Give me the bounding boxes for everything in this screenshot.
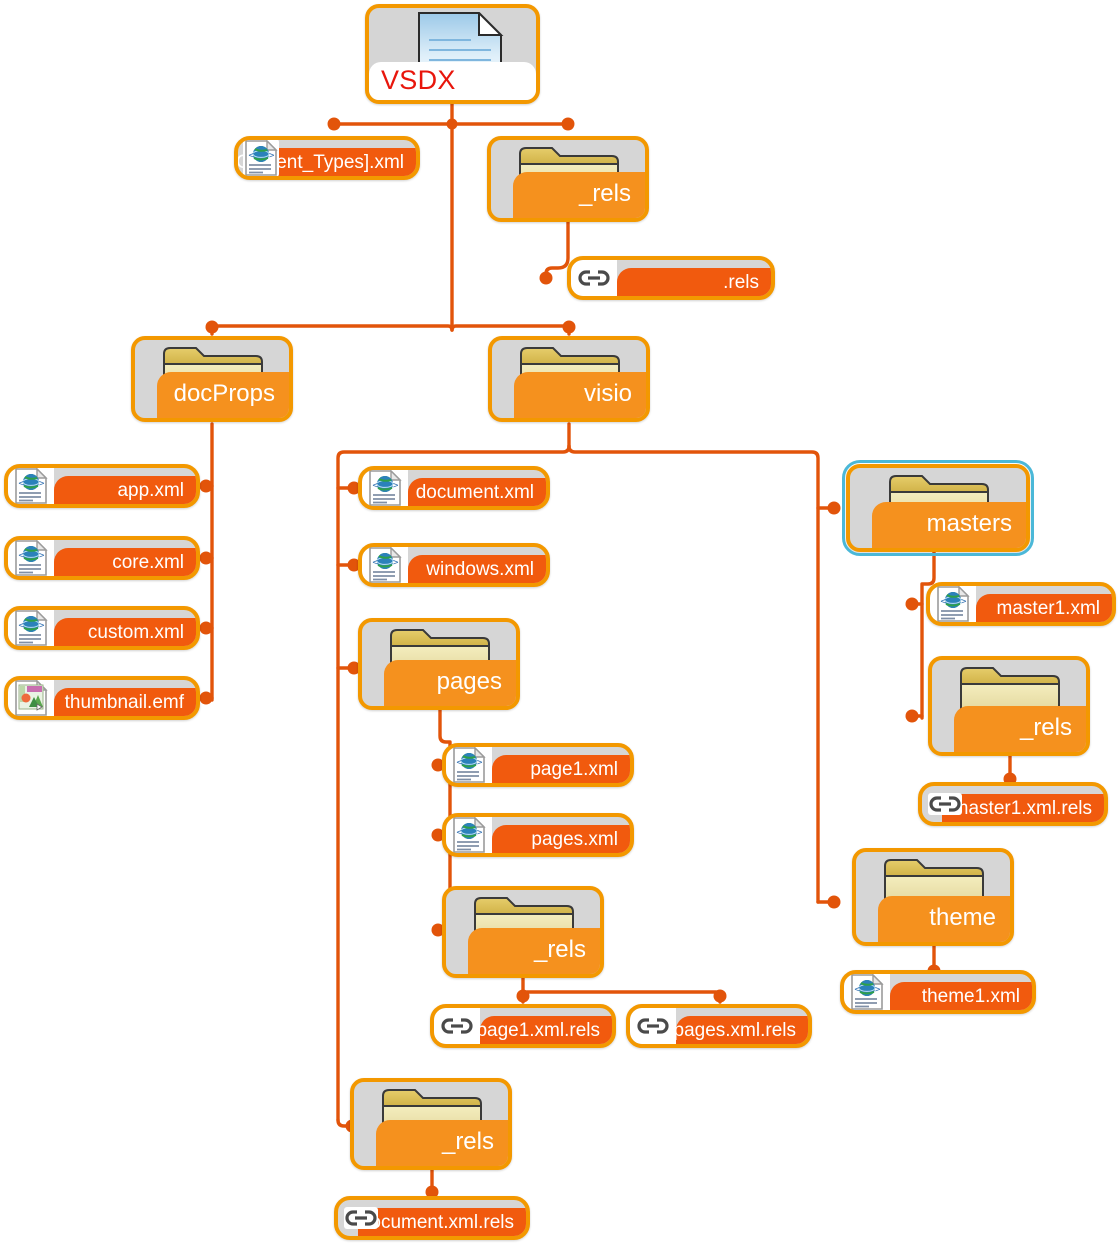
link-icon <box>630 1008 676 1044</box>
svg-text:<: < <box>855 985 861 995</box>
link-icon <box>338 1200 384 1236</box>
node-pages-xml-rels[interactable]: pages.xml.rels <box>626 1004 812 1048</box>
node-docprops-folder[interactable]: docProps <box>131 336 293 422</box>
node-label: _rels <box>513 172 645 218</box>
node-label: master1.xml <box>976 594 1112 622</box>
link-icon <box>922 786 968 822</box>
svg-text:>: > <box>477 828 483 838</box>
svg-text:>: > <box>39 621 45 631</box>
node-masters-folder[interactable]: masters <box>842 460 1034 556</box>
node-pages-xml[interactable]: < > pages.xml <box>442 813 634 857</box>
node-label: pages.xml.rels <box>674 1016 808 1044</box>
svg-text:<: < <box>457 758 463 768</box>
svg-text:<: < <box>19 621 25 631</box>
node-master1-xml-rels[interactable]: master1.xml.rels <box>918 782 1108 826</box>
svg-text:<: < <box>249 151 255 161</box>
xml-file-icon: < > <box>446 817 492 853</box>
svg-text:<: < <box>373 481 379 491</box>
node-custom-xml[interactable]: < > custom.xml <box>4 606 200 650</box>
node-label: masters <box>872 502 1026 548</box>
image-file-icon <box>8 680 54 716</box>
node-vsdx-root[interactable]: VSDX <box>365 4 540 104</box>
link-icon <box>434 1008 480 1044</box>
xml-file-icon: < > <box>8 468 54 504</box>
node-visio-rels-folder[interactable]: _rels <box>350 1078 512 1170</box>
node-label: page1.xml <box>492 755 630 783</box>
node-pages-rels-folder[interactable]: _rels <box>442 886 604 978</box>
xml-file-icon: < > <box>8 610 54 646</box>
node-label: _rels <box>376 1120 508 1166</box>
node-label: .rels <box>617 268 771 296</box>
node-label: custom.xml <box>54 618 196 646</box>
svg-text:<: < <box>373 558 379 568</box>
node-label: app.xml <box>54 476 196 504</box>
xml-file-icon: < > <box>844 974 890 1010</box>
node-masters-rels-folder[interactable]: _rels <box>928 656 1090 756</box>
node-label: pages.xml <box>492 825 630 853</box>
node-pages-folder[interactable]: pages <box>358 618 520 710</box>
node-theme1-xml[interactable]: < > theme1.xml <box>840 970 1036 1014</box>
xml-file-icon: < > <box>238 140 284 176</box>
node-label: theme <box>878 896 1010 942</box>
node-label: VSDX <box>369 62 536 100</box>
node-label: core.xml <box>54 548 196 576</box>
node-label: document.xml <box>408 478 546 506</box>
node-page1-xml-rels[interactable]: page1.xml.rels <box>430 1004 616 1048</box>
node-visio-folder[interactable]: visio <box>488 336 650 422</box>
svg-text:>: > <box>39 479 45 489</box>
svg-text:>: > <box>393 481 399 491</box>
node-core-xml[interactable]: < > core.xml <box>4 536 200 580</box>
node-label: windows.xml <box>408 555 546 583</box>
xml-file-icon: < > <box>362 470 408 506</box>
node-label: page1.xml.rels <box>476 1016 612 1044</box>
svg-text:<: < <box>19 479 25 489</box>
svg-text:>: > <box>39 551 45 561</box>
xml-file-icon: < > <box>446 747 492 783</box>
svg-text:>: > <box>961 597 967 607</box>
node-content-types-xml[interactable]: [Content_Types].xml < > <box>234 136 420 180</box>
node-label: _rels <box>468 928 600 974</box>
node-document-xml[interactable]: < > document.xml <box>358 466 550 510</box>
node-thumbnail-emf[interactable]: thumbnail.emf <box>4 676 200 720</box>
node-label: docProps <box>157 372 289 418</box>
link-icon <box>571 260 617 296</box>
node-label: pages <box>384 660 516 706</box>
svg-text:<: < <box>19 551 25 561</box>
xml-file-icon: < > <box>8 540 54 576</box>
xml-file-icon: < > <box>362 547 408 583</box>
svg-text:<: < <box>941 597 947 607</box>
svg-text:>: > <box>875 985 881 995</box>
node-label: thumbnail.emf <box>54 688 196 716</box>
svg-text:>: > <box>269 151 275 161</box>
node-rels-folder-root[interactable]: _rels <box>487 136 649 222</box>
svg-text:>: > <box>477 758 483 768</box>
xml-file-icon: < > <box>930 586 976 622</box>
vsdx-structure-diagram: VSDX [Content_Types].xml < > _rels .rels… <box>0 0 1120 1244</box>
node-label: _rels <box>954 706 1086 752</box>
svg-text:<: < <box>457 828 463 838</box>
node-windows-xml[interactable]: < > windows.xml <box>358 543 550 587</box>
node-document-xml-rels[interactable]: document.xml.rels <box>334 1196 530 1240</box>
node-label: visio <box>514 372 646 418</box>
node-master1-xml[interactable]: < > master1.xml <box>926 582 1116 626</box>
node-dot-rels[interactable]: .rels <box>567 256 775 300</box>
svg-text:>: > <box>393 558 399 568</box>
node-theme-folder[interactable]: theme <box>852 848 1014 946</box>
node-app-xml[interactable]: < > app.xml <box>4 464 200 508</box>
node-page1-xml[interactable]: < > page1.xml <box>442 743 634 787</box>
node-label: theme1.xml <box>890 982 1032 1010</box>
